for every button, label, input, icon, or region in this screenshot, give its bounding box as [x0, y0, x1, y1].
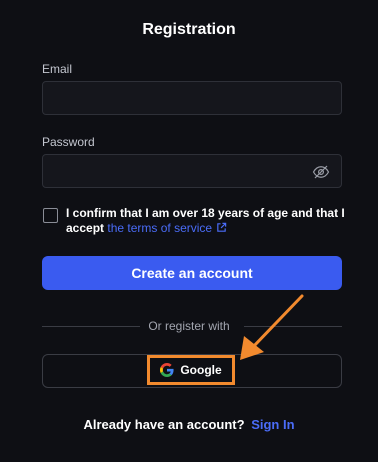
password-label: Password: [42, 135, 95, 149]
arrow-down-left-icon: [240, 294, 304, 360]
eye-off-icon[interactable]: [312, 163, 330, 181]
terms-of-service-link[interactable]: the terms of service: [107, 221, 227, 235]
create-account-button[interactable]: Create an account: [42, 256, 342, 290]
page-title: Registration: [142, 21, 236, 38]
registration-screen: Registration Email Password I confirm th…: [0, 0, 378, 462]
sign-in-link[interactable]: Sign In: [251, 417, 294, 432]
password-field-container: [42, 154, 342, 188]
external-link-icon: [217, 222, 227, 232]
password-field[interactable]: [43, 155, 341, 187]
email-field-container: [42, 81, 342, 115]
signin-prompt-text: Already have an account?: [83, 417, 245, 432]
email-field[interactable]: [43, 82, 341, 114]
google-button-label: Google: [180, 363, 222, 377]
terms-link-label: the terms of service: [107, 221, 213, 235]
google-g-icon: [160, 363, 174, 377]
signin-prompt: Already have an account? Sign In: [0, 417, 378, 432]
age-confirm-text: I confirm that I am over 18 years of age…: [66, 206, 351, 236]
divider-text: Or register with: [148, 319, 230, 333]
email-label: Email: [42, 62, 73, 76]
google-highlight-box[interactable]: Google: [147, 355, 235, 385]
age-confirm-checkbox[interactable]: [43, 208, 58, 223]
